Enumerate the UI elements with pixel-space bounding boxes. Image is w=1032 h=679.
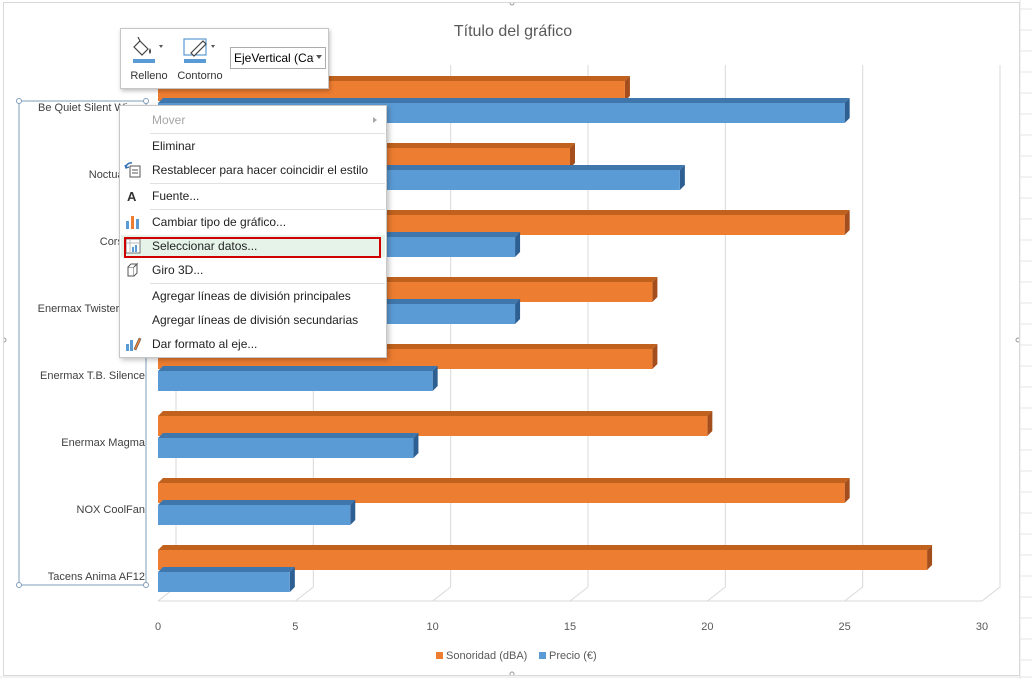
rotate-3d-icon	[127, 262, 139, 277]
chart-element-select-value: EjeVertical (Cat	[234, 51, 314, 65]
fill-button[interactable]: Relleno	[124, 33, 174, 85]
menu-item-delete[interactable]: Eliminar	[121, 135, 385, 157]
menu-separator	[150, 209, 385, 210]
bar-precio[interactable]	[158, 505, 351, 525]
chart-element-select[interactable]: EjeVertical (Cat	[230, 47, 326, 69]
font-icon: A	[127, 189, 137, 204]
gridline	[707, 65, 726, 602]
x-tick-label: 15	[564, 621, 576, 633]
paint-bucket-icon	[133, 36, 163, 63]
bar-precio-top	[158, 98, 850, 103]
chart-resize-handle[interactable]	[509, 3, 515, 6]
bar-precio-top	[158, 433, 419, 438]
legend-swatch	[436, 652, 443, 659]
menu-item-add-major-gridlines[interactable]: Agregar líneas de división principales	[121, 285, 385, 307]
x-tick-label: 20	[701, 621, 713, 633]
outline-button[interactable]: Contorno	[175, 33, 225, 85]
bar-precio[interactable]	[158, 572, 290, 592]
menu-item-3d-rotation[interactable]: Giro 3D...	[121, 259, 385, 281]
menu-separator	[150, 183, 385, 184]
menu-separator	[150, 133, 385, 134]
x-tick-label: 25	[839, 621, 851, 633]
bar-precio-top	[158, 500, 356, 505]
fill-label: Relleno	[130, 70, 168, 82]
chart-resize-handle[interactable]	[509, 671, 515, 675]
x-tick-label: 5	[292, 621, 298, 633]
chart-resize-handle[interactable]	[1015, 337, 1019, 343]
category-label: Enermax Magma	[61, 437, 146, 449]
submenu-arrow-icon	[373, 117, 377, 123]
x-tick-label: 0	[155, 621, 161, 633]
menu-item-font[interactable]: A Fuente...	[121, 185, 385, 207]
mini-format-toolbar: Relleno Contorno EjeVertical (Cat	[120, 28, 329, 89]
format-axis-icon	[126, 337, 142, 351]
highlight-annotation-box	[124, 237, 381, 258]
context-menu: Mover Eliminar Restablecer para hacer co…	[119, 105, 387, 358]
bar-precio[interactable]	[158, 371, 433, 391]
menu-item-add-minor-gridlines[interactable]: Agregar líneas de división secundarias	[121, 309, 385, 331]
selection-handle[interactable]	[16, 582, 22, 588]
legend-label: Precio (€)	[549, 650, 597, 662]
chart-title: Título del gráfico	[454, 23, 572, 40]
selection-handle[interactable]	[16, 98, 22, 104]
gridline	[981, 65, 1001, 602]
selection-handle[interactable]	[143, 582, 149, 588]
bar-sonoridad-top	[158, 411, 713, 416]
menu-item-change-chart-type[interactable]: Cambiar tipo de gráfico...	[121, 211, 385, 233]
reset-style-icon	[124, 162, 141, 178]
x-tick-label: 10	[427, 621, 439, 633]
legend-label: Sonoridad (dBA)	[446, 650, 527, 662]
menu-item-format-axis[interactable]: Dar formato al eje...	[121, 333, 385, 355]
bar-sonoridad-top	[158, 545, 933, 550]
pen-outline-icon	[183, 38, 215, 63]
outline-label: Contorno	[177, 70, 223, 82]
menu-item-move[interactable]: Mover	[121, 109, 385, 131]
gridline	[844, 65, 864, 602]
chevron-down-icon	[316, 55, 322, 59]
menu-separator	[150, 283, 385, 284]
bar-sonoridad-top	[158, 478, 850, 483]
category-label: Tacens Anima AF12	[48, 571, 145, 583]
legend-swatch	[539, 652, 546, 659]
chart-resize-handle[interactable]	[4, 337, 7, 343]
bar-precio-top	[158, 567, 295, 572]
category-label: NOX CoolFan	[77, 504, 145, 516]
bar-precio-top	[158, 366, 438, 371]
x-tick-label: 30	[976, 621, 988, 633]
svg-text:A: A	[127, 189, 137, 204]
menu-item-reset-style[interactable]: Restablecer para hacer coincidir el esti…	[121, 159, 385, 181]
chart-type-icon	[126, 216, 139, 229]
category-label: Enermax T.B. Silence	[40, 370, 145, 382]
bar-precio[interactable]	[158, 438, 414, 458]
